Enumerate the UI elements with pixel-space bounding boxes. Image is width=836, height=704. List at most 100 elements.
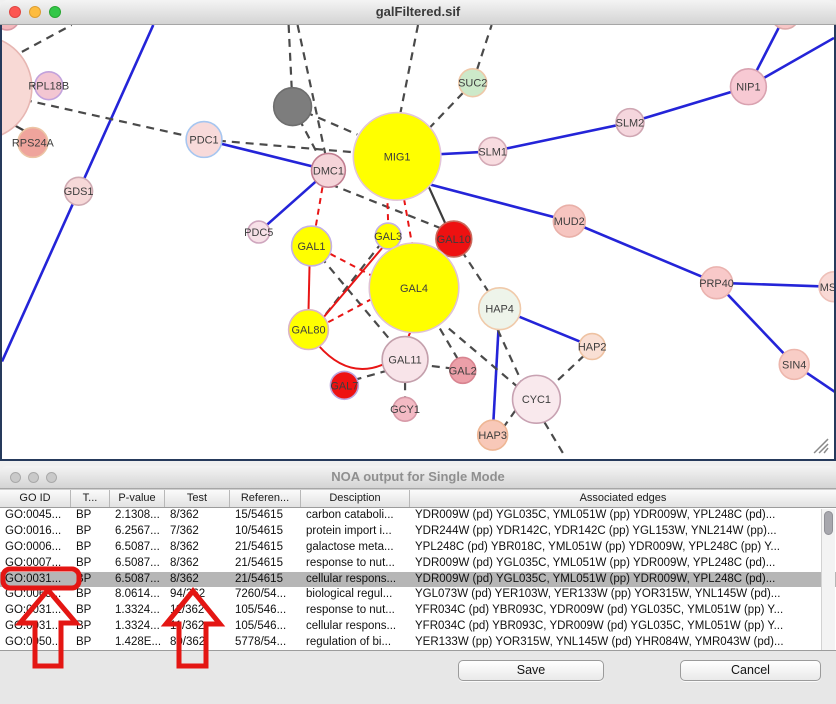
network-node-label: GDS1	[64, 186, 94, 198]
column-header[interactable]: Test	[165, 490, 230, 507]
network-node-label: HAP2	[578, 341, 607, 353]
network-node-label: SLM1	[478, 146, 507, 158]
table-cell: 6.2567...	[110, 524, 165, 540]
table-cell: response to nut...	[301, 556, 410, 572]
table-cell: GO:0045...	[0, 508, 71, 524]
network-node-label: GAL4	[400, 283, 428, 295]
table-cell: YDR009W (pd) YGL035C, YML051W (pp) YDR00…	[410, 572, 836, 588]
table-cell: GO:0031...	[0, 603, 71, 619]
table-cell: GO:0031...	[0, 572, 71, 588]
network-node-label: MUD2	[554, 216, 585, 228]
table-cell: 5778/54...	[230, 635, 301, 651]
table-cell: 94/362	[165, 587, 230, 603]
table-cell: galactose meta...	[301, 540, 410, 556]
table-cell: BP	[71, 572, 110, 588]
table-row[interactable]: GO:0031...BP6.5087...8/36221/54615cellul…	[0, 572, 836, 588]
network-node-label: DMC1	[313, 165, 344, 177]
table-cell: YDR009W (pd) YGL035C, YML051W (pp) YDR00…	[410, 508, 836, 524]
table-cell: 21/54615	[230, 572, 301, 588]
table-cell: YFR034C (pd) YBR093C, YDR009W (pd) YGL03…	[410, 603, 836, 619]
table-cell: cellular respons...	[301, 619, 410, 635]
table-cell: BP	[71, 556, 110, 572]
table-cell: 8/362	[165, 508, 230, 524]
table-cell: BP	[71, 603, 110, 619]
table-cell: 1.3324...	[110, 603, 165, 619]
noa-window-title: NOA output for Single Mode	[0, 469, 836, 484]
network-node-unlabeled[interactable]	[2, 25, 19, 30]
network-edge-dashed	[22, 25, 72, 52]
table-header[interactable]: GO IDT...P-valueTestReferen...Desciption…	[0, 489, 836, 508]
table-row[interactable]: GO:0006...BP6.5087...8/36221/54615galact…	[0, 540, 836, 556]
table-cell: BP	[71, 524, 110, 540]
table-cell: cellular respons...	[301, 572, 410, 588]
table-cell: GO:0031...	[0, 619, 71, 635]
table-cell: 2.1308...	[110, 508, 165, 524]
network-node-label: RPL18B	[28, 81, 69, 93]
table-cell: 8/362	[165, 556, 230, 572]
network-node-label: PRP40	[699, 278, 734, 290]
table-row[interactable]: GO:0031...BP1.3324...11/362105/546...res…	[0, 603, 836, 619]
network-node-unlabeled[interactable]	[771, 25, 799, 29]
column-header[interactable]: Referen...	[230, 490, 301, 507]
network-node-label: GAL7	[330, 380, 358, 392]
network-edge-dashed	[400, 25, 418, 115]
column-header[interactable]: Associated edges	[410, 490, 836, 507]
table-row[interactable]: GO:0050...BP1.428E...80/3625778/54...reg…	[0, 635, 836, 651]
table-cell: 105/546...	[230, 603, 301, 619]
application-window: galFiltered.sif RPL18BRPS24AGDS1PDC1MIG1…	[0, 0, 836, 704]
table-cell: protein import i...	[301, 524, 410, 540]
table-row[interactable]: GO:0031...BP1.3324...11/362105/546...cel…	[0, 619, 836, 635]
table-cell: 8/362	[165, 572, 230, 588]
table-row[interactable]: GO:0045...BP2.1308...8/36215/54615carbon…	[0, 508, 836, 524]
table-cell: YFR034C (pd) YBR093C, YDR009W (pd) YGL03…	[410, 619, 836, 635]
table-cell: 105/546...	[230, 619, 301, 635]
network-node-label: SLM2	[616, 118, 645, 130]
table-cell: 80/362	[165, 635, 230, 651]
network-edge-red	[318, 346, 383, 369]
resize-grip[interactable]	[814, 439, 828, 453]
table-row[interactable]: GO:0016...BP6.2567...7/36210/54615protei…	[0, 524, 836, 540]
cancel-button[interactable]: Cancel	[680, 660, 821, 681]
table-cell: YGL073W (pd) YER103W, YER133W (pp) YOR31…	[410, 587, 836, 603]
network-edge-reddash	[330, 254, 372, 276]
network-edge-dashed	[544, 422, 565, 457]
table-cell: GO:0065...	[0, 587, 71, 603]
table-cell: 8.0614...	[110, 587, 165, 603]
table-cell: response to nut...	[301, 603, 410, 619]
noa-window-titlebar[interactable]: NOA output for Single Mode	[0, 466, 836, 489]
column-header[interactable]: P-value	[110, 490, 165, 507]
network-node-label: HAP3	[478, 430, 507, 442]
network-node-label: GCY1	[390, 404, 420, 416]
table-cell: carbon cataboli...	[301, 508, 410, 524]
network-node-unlabeled[interactable]	[274, 88, 312, 126]
network-node-label: PDC5	[244, 227, 273, 239]
column-header[interactable]: Desciption	[301, 490, 410, 507]
network-edge-blue	[717, 283, 795, 365]
network-node-label: MSL5	[820, 282, 834, 294]
network-window-titlebar[interactable]: galFiltered.sif	[0, 0, 836, 25]
table-cell: 7260/54...	[230, 587, 301, 603]
scrollbar-thumb[interactable]	[824, 511, 833, 535]
network-node-label: HAP4	[485, 304, 514, 316]
table-cell: GO:0016...	[0, 524, 71, 540]
save-button[interactable]: Save	[458, 660, 604, 681]
table-cell: 21/54615	[230, 540, 301, 556]
column-header[interactable]: GO ID	[0, 490, 71, 507]
table-cell: YER133W (pp) YOR315W, YNL145W (pd) YHR08…	[410, 635, 836, 651]
column-header[interactable]: T...	[71, 490, 110, 507]
network-edge-reddash	[404, 199, 412, 244]
table-cell: YDR009W (pd) YGL035C, YML051W (pp) YDR00…	[410, 556, 836, 572]
network-node-label: SUC2	[458, 78, 487, 90]
network-node-unlabeled[interactable]	[2, 36, 32, 140]
table-scrollbar[interactable]	[821, 509, 835, 650]
network-edge-dashed	[356, 370, 388, 379]
table-body: GO:0045...BP2.1308...8/36215/54615carbon…	[0, 508, 836, 651]
network-svg: RPL18BRPS24AGDS1PDC1MIG1DMC1SUC2SLM1SLM2…	[2, 25, 834, 457]
network-edge-blue	[717, 283, 834, 287]
network-canvas[interactable]: RPL18BRPS24AGDS1PDC1MIG1DMC1SUC2SLM1SLM2…	[0, 25, 836, 461]
network-node-label: GAL10	[437, 234, 471, 246]
table-row[interactable]: GO:0065...BP8.0614...94/3627260/54...bio…	[0, 587, 836, 603]
network-node-label: GAL3	[374, 231, 402, 243]
table-row[interactable]: GO:0007...BP6.5087...8/36221/54615respon…	[0, 556, 836, 572]
table-cell: GO:0050...	[0, 635, 71, 651]
